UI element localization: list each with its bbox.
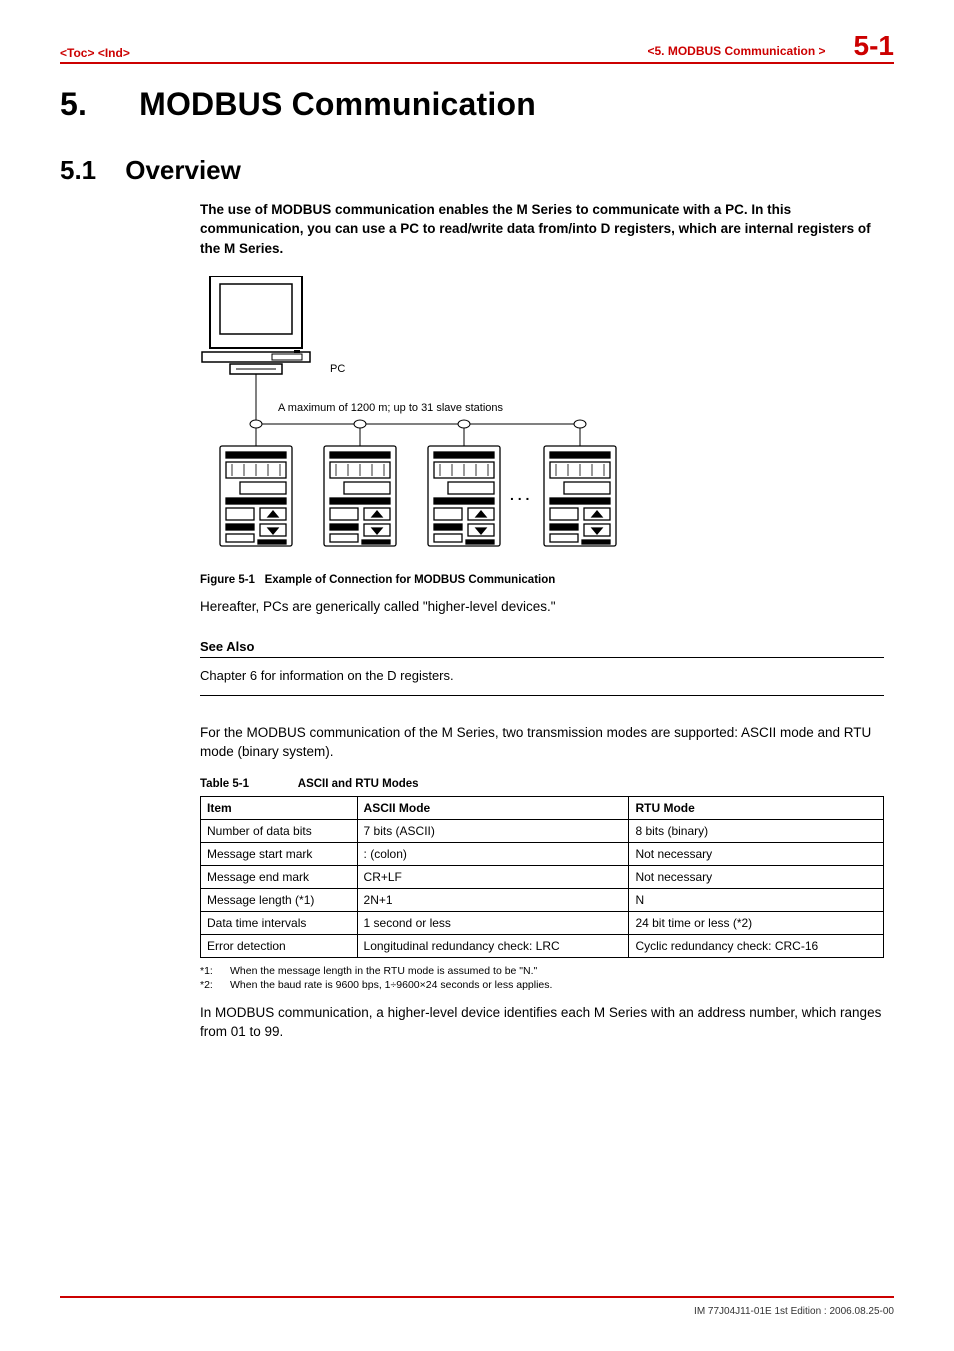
figure-5-1: PC A maximum of 1200 m; up to 31 slave s… (200, 276, 884, 586)
figure-label: Figure 5-1 (200, 574, 255, 586)
cell: Number of data bits (201, 819, 358, 842)
see-also-body: Chapter 6 for information on the D regis… (200, 668, 884, 696)
cell: CR+LF (357, 865, 629, 888)
th-rtu: RTU Mode (629, 796, 884, 819)
figure-caption-text: Example of Connection for MODBUS Communi… (265, 574, 556, 586)
ind-link[interactable]: <Ind> (98, 46, 130, 60)
table-row: Error detection Longitudinal redundancy … (201, 934, 884, 957)
section-text: Overview (125, 155, 241, 185)
cell: Not necessary (629, 865, 884, 888)
footnote-mark: *2: (200, 978, 230, 992)
th-item: Item (201, 796, 358, 819)
table-row: Message length (*1) 2N+1 N (201, 888, 884, 911)
chapter-number: 5. (60, 86, 130, 123)
cell: Message length (*1) (201, 888, 358, 911)
cell: Cyclic redundancy check: CRC-16 (629, 934, 884, 957)
section-title: 5.1 Overview (60, 155, 894, 186)
cell: 7 bits (ASCII) (357, 819, 629, 842)
table-footnotes: *1: When the message length in the RTU m… (200, 964, 884, 992)
bus-label: A maximum of 1200 m; up to 31 slave stat… (278, 402, 504, 414)
header-breadcrumb[interactable]: <5. MODBUS Communication > (648, 44, 826, 58)
section-number: 5.1 (60, 155, 118, 186)
footnote-mark: *1: (200, 964, 230, 978)
cell: Error detection (201, 934, 358, 957)
cell: Not necessary (629, 842, 884, 865)
table-row: Message end mark CR+LF Not necessary (201, 865, 884, 888)
lead-paragraph: The use of MODBUS communication enables … (200, 200, 884, 259)
table-row: Message start mark : (colon) Not necessa… (201, 842, 884, 865)
see-also-heading: See Also (200, 639, 884, 658)
cell: 8 bits (binary) (629, 819, 884, 842)
table-row: Data time intervals 1 second or less 24 … (201, 911, 884, 934)
table-label: Table 5-1 (200, 778, 295, 790)
cell: Data time intervals (201, 911, 358, 934)
footnote-text: When the baud rate is 9600 bps, 1÷9600×2… (230, 978, 552, 992)
cell: N (629, 888, 884, 911)
chapter-title: 5. MODBUS Communication (60, 86, 894, 123)
cell: Longitudinal redundancy check: LRC (357, 934, 629, 957)
table-row: Number of data bits 7 bits (ASCII) 8 bit… (201, 819, 884, 842)
chapter-text: MODBUS Communication (139, 86, 536, 122)
cell: : (colon) (357, 842, 629, 865)
page-header: <Toc> <Ind> <5. MODBUS Communication > 5… (60, 32, 894, 64)
cell: 1 second or less (357, 911, 629, 934)
after-figure-text: Hereafter, PCs are generically called "h… (200, 598, 884, 617)
cell: Message end mark (201, 865, 358, 888)
page-footer: IM 77J04J11-01E 1st Edition : 2006.08.25… (60, 1296, 894, 1317)
toc-link[interactable]: <Toc> (60, 46, 94, 60)
table-header-row: Item ASCII Mode RTU Mode (201, 796, 884, 819)
cell: 24 bit time or less (*2) (629, 911, 884, 934)
connection-diagram: PC A maximum of 1200 m; up to 31 slave s… (200, 276, 620, 566)
modes-table: Item ASCII Mode RTU Mode Number of data … (200, 796, 884, 958)
ellipsis: . . . (510, 487, 529, 503)
modes-intro: For the MODBUS communication of the M Se… (200, 724, 884, 762)
footer-text: IM 77J04J11-01E 1st Edition : 2006.08.25… (694, 1306, 894, 1317)
page-number: 5-1 (854, 32, 894, 60)
footnote-text: When the message length in the RTU mode … (230, 964, 537, 978)
cell: Message start mark (201, 842, 358, 865)
closing-paragraph: In MODBUS communication, a higher-level … (200, 1004, 884, 1042)
cell: 2N+1 (357, 888, 629, 911)
th-ascii: ASCII Mode (357, 796, 629, 819)
pc-label: PC (330, 363, 345, 375)
table-caption-text: ASCII and RTU Modes (298, 778, 419, 790)
